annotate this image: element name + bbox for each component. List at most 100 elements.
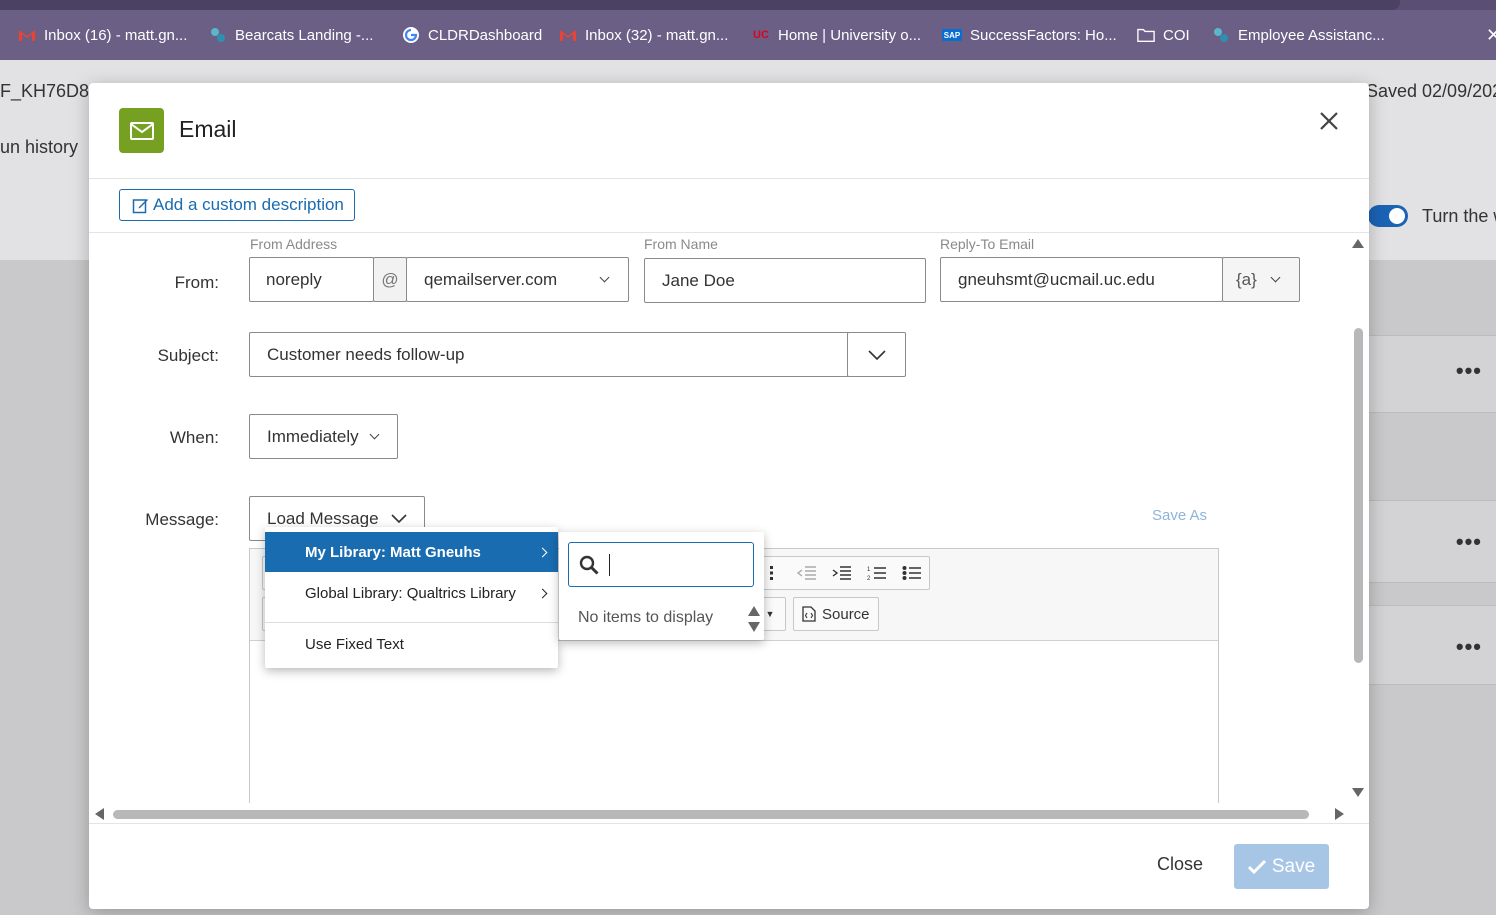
more-options-icon[interactable]: ••• (1456, 634, 1482, 660)
search-icon (579, 555, 599, 575)
run-history-link[interactable]: un history (0, 137, 78, 158)
piped-text-button[interactable]: {a} (1222, 257, 1300, 302)
empty-state-text: No items to display (578, 609, 714, 626)
bookmark-label: Inbox (16) - matt.gn... (44, 26, 188, 44)
more-options-icon[interactable]: ••• (1456, 529, 1482, 555)
close-icon[interactable] (1317, 109, 1341, 133)
source-label: Source (822, 605, 870, 623)
close-icon[interactable]: ✕ (1486, 10, 1496, 60)
save-as-link[interactable]: Save As (1152, 507, 1207, 524)
add-custom-description-button[interactable]: Add a custom description (119, 189, 355, 221)
gmail-icon (18, 26, 36, 44)
email-domain-select[interactable]: qemailserver.com (406, 257, 629, 302)
menu-item-label: Use Fixed Text (305, 635, 404, 653)
modal-header: Email (89, 83, 1369, 179)
from-address-label: From Address (250, 236, 338, 252)
vertical-scrollbar[interactable] (1351, 233, 1365, 803)
library-submenu: No items to display (559, 532, 764, 640)
source-icon (802, 606, 816, 622)
from-address-input[interactable]: noreply (249, 257, 374, 302)
subject-value: Customer needs follow-up (267, 344, 465, 364)
horizontal-scrollbar[interactable] (89, 805, 1353, 823)
more-options-icon[interactable]: ••• (1456, 358, 1482, 384)
sap-icon: SAP (942, 29, 962, 41)
bookmarks-bar: Inbox (16) - matt.gn... Bearcats Landing… (0, 10, 1496, 60)
bookmark-successfactors[interactable]: SAP SuccessFactors: Ho... (942, 10, 1117, 60)
from-name-value: Jane Doe (662, 270, 735, 290)
load-message-label: Load Message (267, 508, 379, 528)
chevron-down-icon (867, 349, 886, 360)
email-icon (119, 108, 164, 153)
bookmark-home-university[interactable]: UC Home | University o... (752, 10, 921, 60)
scroll-down-icon[interactable] (1352, 788, 1364, 797)
chevron-right-icon (537, 588, 548, 598)
modal-title: Email (179, 116, 237, 142)
at-sign: @ (373, 257, 407, 302)
edit-icon (132, 198, 148, 213)
bookmark-employee-assistance[interactable]: Employee Assistanc... (1212, 10, 1385, 60)
bookmark-inbox-32[interactable]: Inbox (32) - matt.gn... (559, 10, 728, 60)
numbered-list-icon[interactable]: 12 (859, 557, 894, 589)
from-name-label: From Name (644, 236, 718, 252)
save-label: Save (1271, 855, 1316, 877)
at-sign-text: @ (381, 269, 399, 289)
modal-footer: Close Save (89, 823, 1369, 909)
bookmark-bearcats-landing[interactable]: Bearcats Landing -... (209, 10, 373, 60)
scroll-up-icon[interactable] (1352, 239, 1364, 248)
puzzle-icon (1212, 26, 1230, 44)
horizontal-scroll-thumb[interactable] (113, 810, 1309, 819)
library-search-input[interactable] (568, 542, 754, 587)
workflow-toggle[interactable] (1368, 205, 1408, 227)
workflow-card[interactable]: ••• (1369, 500, 1496, 583)
spinner-arrows-icon (748, 606, 760, 632)
close-button[interactable]: Close (1157, 854, 1203, 875)
menu-item-global-library[interactable]: Global Library: Qualtrics Library (265, 573, 558, 613)
email-task-modal: Email Add a custom description From: Fro… (89, 83, 1369, 909)
bookmark-label: COI (1163, 26, 1190, 44)
browser-tab-strip (0, 0, 1496, 10)
when-value: Immediately (267, 426, 359, 446)
vertical-scroll-thumb[interactable] (1354, 328, 1363, 663)
menu-item-label: My Library: Matt Gneuhs (305, 543, 481, 561)
survey-id: F_KH76D8t (0, 81, 95, 101)
bookmark-cldrdashboard[interactable]: CLDRDashboard (402, 10, 542, 60)
bookmark-inbox-16[interactable]: Inbox (16) - matt.gn... (18, 10, 187, 60)
bullet-list-icon[interactable] (894, 557, 929, 589)
bookmark-label: Inbox (32) - matt.gn... (585, 26, 729, 44)
chevron-right-icon (537, 547, 548, 557)
workflow-card[interactable]: ••• (1369, 335, 1496, 413)
bookmark-label: SuccessFactors: Ho... (970, 26, 1117, 44)
menu-item-use-fixed-text[interactable]: Use Fixed Text (265, 624, 558, 664)
indent-icon[interactable] (825, 557, 860, 589)
save-button[interactable]: Save (1234, 844, 1329, 889)
bookmark-label: Bearcats Landing -... (235, 26, 374, 44)
when-select[interactable]: Immediately (249, 414, 398, 459)
reply-to-value: gneuhsmt@ucmail.uc.edu (958, 269, 1155, 289)
reply-to-input[interactable]: gneuhsmt@ucmail.uc.edu (940, 257, 1223, 302)
chevron-down-icon (1270, 272, 1281, 283)
from-name-input[interactable]: Jane Doe (644, 258, 926, 303)
outdent-icon[interactable] (790, 557, 825, 589)
bookmark-coi[interactable]: COI (1137, 10, 1190, 60)
submenu-scroll-arrows[interactable] (747, 604, 761, 634)
menu-item-my-library[interactable]: My Library: Matt Gneuhs (265, 532, 558, 572)
google-icon (402, 26, 420, 44)
load-message-menu: My Library: Matt Gneuhs Global Library: … (265, 527, 558, 668)
uc-icon: UC (753, 29, 769, 41)
scroll-left-icon[interactable] (95, 808, 104, 820)
subject-input[interactable]: Customer needs follow-up (249, 332, 849, 377)
subject-piped-text-button[interactable] (847, 332, 906, 377)
reply-to-label: Reply-To Email (940, 236, 1035, 252)
bookmark-label: Employee Assistanc... (1238, 26, 1385, 44)
toggle-label: Turn the w (1422, 206, 1496, 226)
bookmark-label: Home | University o... (778, 26, 922, 44)
chevron-down-icon (369, 429, 380, 440)
caret-down-icon: ▼ (765, 609, 775, 619)
puzzle-icon (209, 26, 227, 44)
chevron-down-icon (599, 272, 610, 283)
source-button[interactable]: Source (793, 597, 879, 631)
scroll-right-icon[interactable] (1335, 808, 1344, 820)
message-label: Message: (145, 510, 219, 529)
toolbar-group: 12 (754, 556, 930, 590)
workflow-card[interactable]: ••• (1369, 605, 1496, 685)
